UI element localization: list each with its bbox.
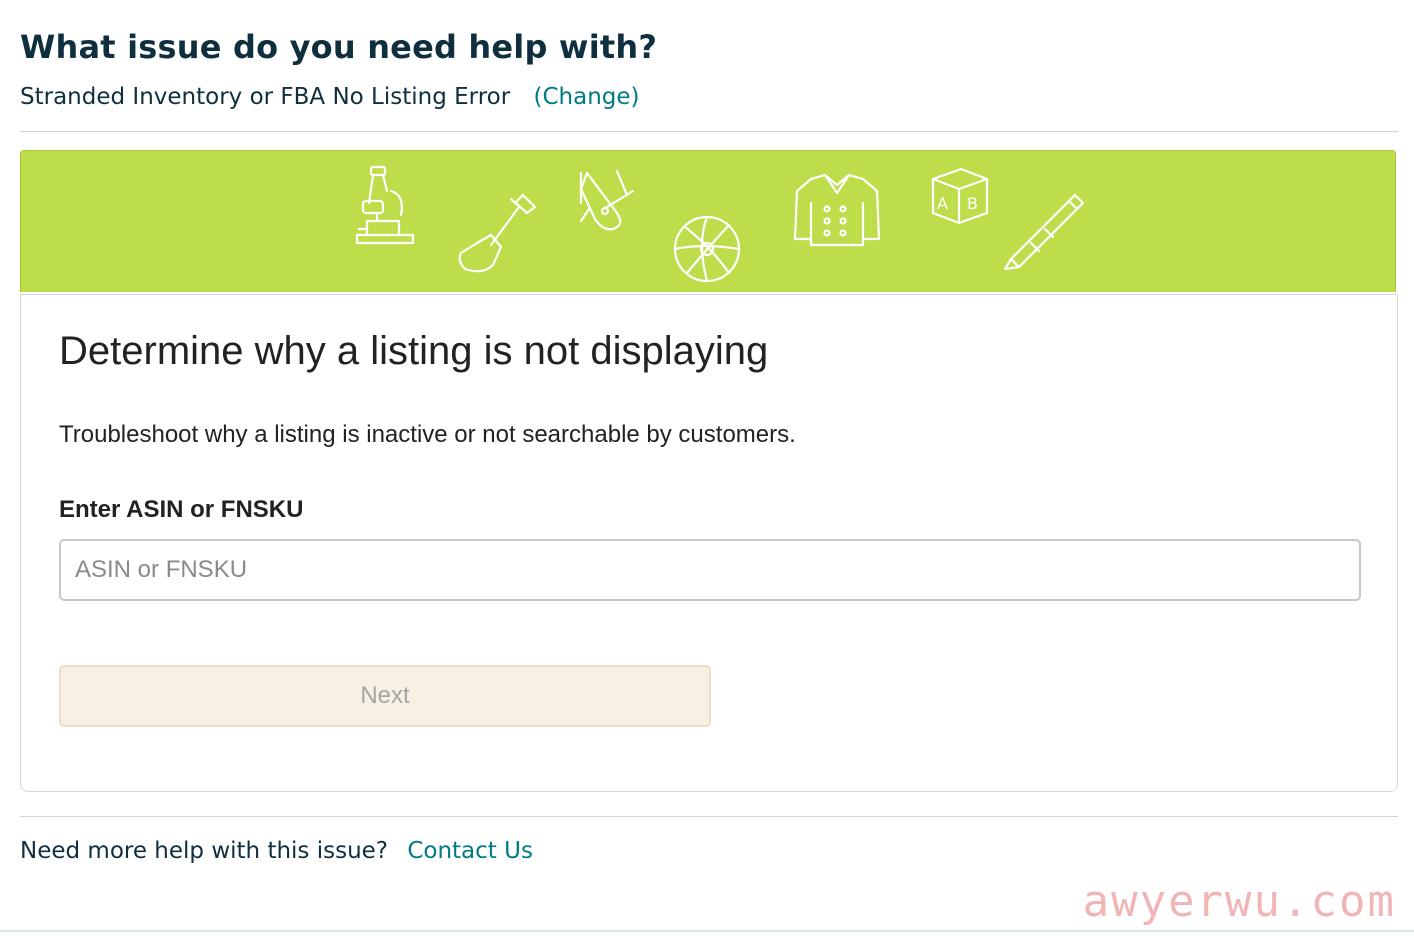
- page-title: What issue do you need help with?: [20, 28, 658, 66]
- svg-text:B: B: [967, 194, 978, 213]
- help-row: Need more help with this issue? Contact …: [20, 838, 533, 864]
- page-bottom-rule: [0, 930, 1414, 932]
- beach-ball-icon: [673, 215, 741, 283]
- microscope-icon: [355, 165, 415, 245]
- toy-block-icon: A B: [931, 167, 989, 225]
- pen-icon: [1003, 193, 1085, 271]
- card-title: Determine why a listing is not displayin…: [59, 329, 769, 373]
- pocket-knife-icon: [579, 169, 635, 231]
- svg-text:A: A: [937, 194, 948, 213]
- jacket-icon: [793, 173, 881, 247]
- asin-field-label: Enter ASIN or FNSKU: [59, 496, 304, 523]
- bottom-divider: [20, 816, 1398, 817]
- next-button[interactable]: Next: [59, 665, 711, 727]
- troubleshoot-card: Determine why a listing is not displayin…: [20, 294, 1398, 792]
- top-divider: [20, 131, 1398, 132]
- help-text: Need more help with this issue?: [20, 838, 389, 864]
- selected-issue-row: Stranded Inventory or FBA No Listing Err…: [20, 84, 640, 110]
- watermark: awyerwu.com: [1082, 876, 1396, 927]
- asin-input[interactable]: [59, 539, 1361, 601]
- card-description: Troubleshoot why a listing is inactive o…: [59, 421, 796, 448]
- change-link[interactable]: (Change): [534, 84, 640, 110]
- contact-us-link[interactable]: Contact Us: [407, 838, 533, 864]
- shovel-icon: [458, 193, 537, 273]
- category-banner: A B: [20, 150, 1396, 292]
- selected-issue-text: Stranded Inventory or FBA No Listing Err…: [20, 84, 511, 110]
